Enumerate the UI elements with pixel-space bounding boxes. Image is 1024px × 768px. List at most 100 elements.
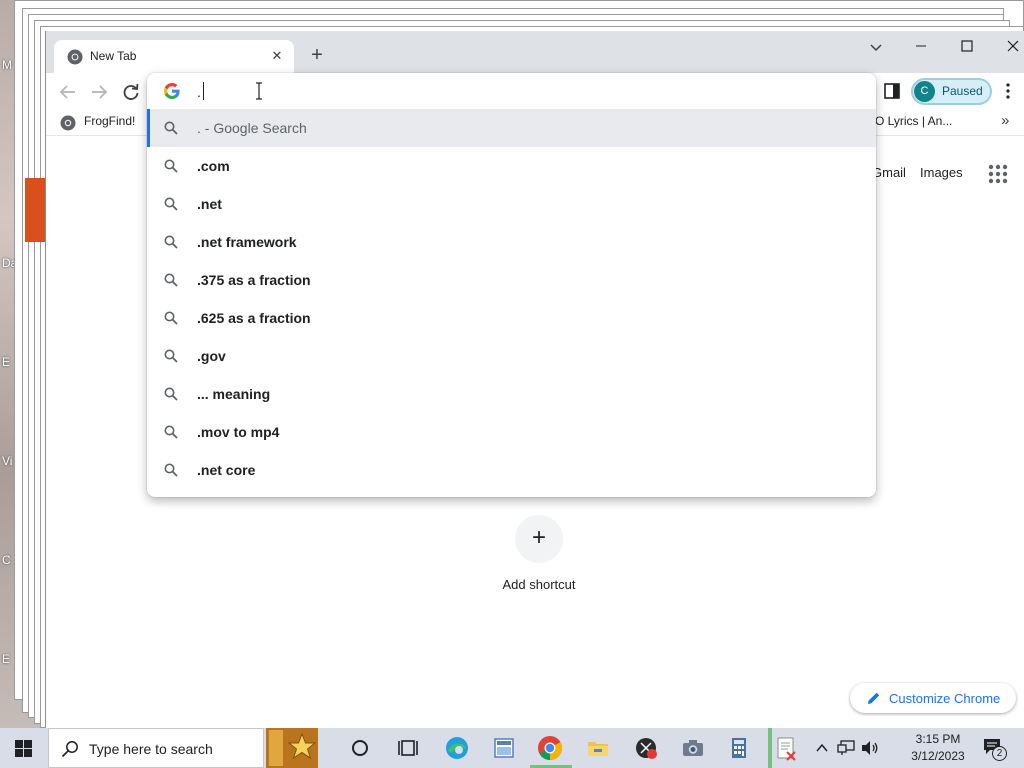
taskbar-search-box[interactable]: Type here to search: [48, 728, 264, 768]
desktop-icon-label[interactable]: E: [2, 355, 10, 369]
desktop-icon-label[interactable]: C: [2, 553, 11, 567]
notification-center-button[interactable]: 2: [980, 734, 1010, 762]
search-icon: [164, 425, 178, 439]
suggestion-label: ... meaning: [197, 386, 271, 402]
back-button[interactable]: [57, 81, 79, 103]
clock-date[interactable]: 3/12/2023: [900, 749, 976, 763]
suggestion-label: .mov to mp4: [197, 424, 280, 440]
bookmark-lyrics[interactable]: O Lyrics | An...: [875, 114, 952, 128]
text-caret: [203, 82, 204, 100]
ibeam-cursor-icon: [256, 82, 262, 100]
task-view-icon[interactable]: [394, 734, 422, 762]
chrome-favicon-icon: [67, 49, 83, 65]
search-icon: [164, 463, 178, 477]
selection-indicator: [147, 109, 150, 147]
close-icon: [1007, 40, 1019, 52]
reload-button[interactable]: [120, 81, 142, 103]
bookmarks-overflow-icon[interactable]: »: [1001, 112, 1009, 129]
chevron-up-icon[interactable]: [815, 741, 829, 755]
maximize-icon: [961, 40, 973, 52]
arrow-right-icon: [92, 85, 108, 99]
notification-badge: 2: [992, 746, 1007, 761]
search-icon: [164, 311, 178, 325]
suggestion-label: .gov: [197, 348, 226, 364]
media-app-icon[interactable]: [632, 734, 660, 762]
avatar: C: [914, 81, 935, 102]
desktop-icon-label[interactable]: Vi: [2, 454, 12, 468]
close-window-button[interactable]: [991, 33, 1024, 61]
images-link[interactable]: Images: [920, 165, 963, 180]
tab-new-tab[interactable]: New Tab ✕: [54, 40, 294, 73]
arrow-left-icon: [59, 85, 75, 99]
profile-button[interactable]: C Paused: [911, 78, 992, 105]
chevron-down-icon: [870, 44, 882, 52]
new-tab-button[interactable]: +: [304, 43, 330, 69]
edge-icon[interactable]: [443, 734, 471, 762]
clock-time[interactable]: 3:15 PM: [900, 732, 976, 746]
search-highlight-icon[interactable]: [266, 728, 318, 768]
suggestion-label: . - Google Search: [197, 120, 307, 136]
suggestion-row[interactable]: .net core: [147, 451, 876, 489]
document-app-icon[interactable]: [772, 734, 800, 762]
profile-status: Paused: [942, 84, 983, 98]
globe-icon: [60, 115, 76, 131]
pencil-icon: [868, 692, 880, 704]
suggestion-row[interactable]: .375 as a fraction: [147, 261, 876, 299]
tab-strip: New Tab ✕ +: [46, 31, 1024, 73]
start-button[interactable]: [0, 728, 48, 768]
search-icon: [164, 197, 178, 211]
search-icon: [164, 121, 178, 135]
taskbar: Type here to search 3:15 PM 3/12/2023 2: [0, 728, 1024, 768]
customize-chrome-button[interactable]: Customize Chrome: [850, 683, 1016, 713]
suggestion-label: .com: [197, 158, 230, 174]
desktop-icon-label[interactable]: E: [2, 652, 10, 666]
minimize-icon: [916, 45, 926, 47]
suggestion-row[interactable]: . - Google Search: [147, 109, 876, 147]
bookmark-frogfind[interactable]: FrogFind!: [84, 114, 135, 128]
suggestion-row[interactable]: .mov to mp4: [147, 413, 876, 451]
active-app-indicator: [768, 728, 772, 768]
chrome-icon[interactable]: [536, 734, 564, 762]
maximize-button[interactable]: [945, 33, 991, 61]
cortana-icon[interactable]: [346, 734, 374, 762]
google-g-icon: [164, 83, 180, 99]
forward-button[interactable]: [88, 81, 110, 103]
suggestion-label: .net framework: [197, 234, 297, 250]
suggestion-label: .625 as a fraction: [197, 310, 311, 326]
minimize-button[interactable]: [899, 33, 945, 61]
gmail-link[interactable]: Gmail: [872, 165, 906, 180]
side-panel-icon[interactable]: [883, 82, 901, 100]
search-icon: [164, 387, 178, 401]
search-icon: [164, 235, 178, 249]
suggestion-label: .net core: [197, 462, 256, 478]
add-shortcut-button[interactable]: +: [515, 515, 563, 563]
search-icon: [164, 159, 178, 173]
suggestion-label: .375 as a fraction: [197, 272, 311, 288]
calculator-icon[interactable]: [725, 734, 753, 762]
suggestion-row[interactable]: .net: [147, 185, 876, 223]
suggestion-row[interactable]: .net framework: [147, 223, 876, 261]
search-icon: [61, 741, 78, 758]
suggestion-label: .net: [197, 196, 222, 212]
tab-close-icon[interactable]: ✕: [268, 47, 286, 65]
volume-icon[interactable]: [861, 740, 879, 756]
suggestion-row[interactable]: .gov: [147, 337, 876, 375]
omnibox-dropdown: . - Google Search .com .net .net framewo…: [147, 73, 876, 497]
network-icon[interactable]: [837, 740, 855, 756]
folder-icon[interactable]: [584, 734, 612, 762]
omnibox[interactable]: [147, 73, 876, 109]
more-options-icon[interactable]: [999, 81, 1017, 101]
suggestion-row[interactable]: .com: [147, 147, 876, 185]
desktop-icon-label[interactable]: M: [2, 58, 12, 72]
search-icon: [164, 349, 178, 363]
google-apps-icon[interactable]: [988, 164, 1008, 184]
camera-icon[interactable]: [679, 734, 707, 762]
suggestion-row[interactable]: ... meaning: [147, 375, 876, 413]
taskbar-search-placeholder: Type here to search: [89, 741, 213, 757]
suggestion-row[interactable]: .625 as a fraction: [147, 299, 876, 337]
tab-search-button[interactable]: [853, 33, 899, 61]
add-shortcut-label[interactable]: Add shortcut: [471, 577, 607, 592]
search-icon: [164, 273, 178, 287]
image-viewer-icon[interactable]: [490, 734, 518, 762]
windows-logo-icon: [15, 740, 32, 757]
